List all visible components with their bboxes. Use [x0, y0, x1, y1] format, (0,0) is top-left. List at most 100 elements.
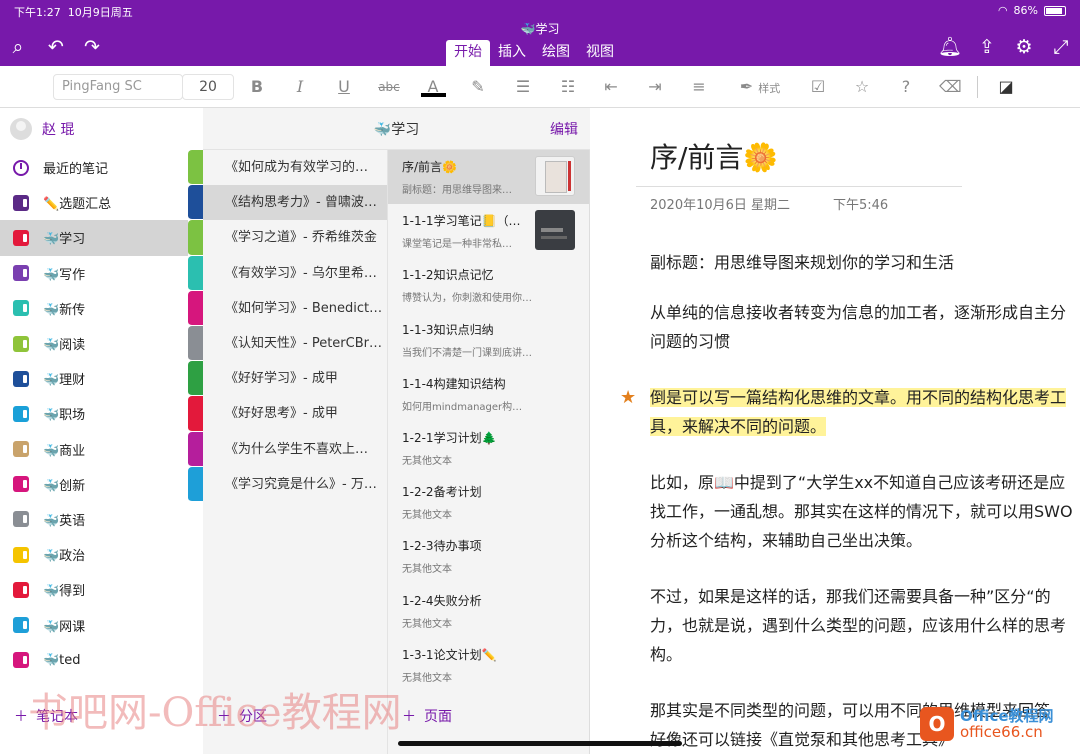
tab-home[interactable]: 开始	[446, 40, 490, 66]
styles-button[interactable]: ✒ 样式	[730, 76, 790, 98]
sidebar-item-notebook[interactable]: 🐳英语	[0, 502, 188, 537]
paragraph-line[interactable]: 比如，原📖中提到了“大学生xx不知道自己应该考研还是应	[650, 468, 1080, 497]
paragraph-line[interactable]: 力，也就是说，遇到什么类型的问题，应该用什么样的思考	[650, 611, 1080, 640]
section-color-tab[interactable]	[188, 396, 203, 432]
tab-draw[interactable]: 绘图	[534, 40, 578, 66]
sidebar-item-notebook[interactable]: 🐳得到	[0, 572, 188, 607]
page-title[interactable]: 序/前言🌼	[650, 136, 778, 176]
section-color-tab[interactable]	[188, 185, 203, 221]
add-page-button[interactable]: ＋ 页面	[402, 706, 452, 726]
outdent-icon[interactable]: ⇤	[600, 76, 622, 98]
page-item[interactable]: 1-2-1学习计划🌲 无其他文本	[388, 421, 589, 475]
page-date: 2020年10月6日 星期二	[650, 198, 791, 213]
ribbon-divider	[977, 76, 978, 98]
page-item[interactable]: 序/前言🌼 副标题：用思维导图来…	[388, 150, 589, 205]
align-icon[interactable]: ≡	[688, 76, 710, 98]
add-page-label: 页面	[424, 709, 452, 725]
section-item[interactable]: 《如何学习》- Benedict…	[203, 291, 387, 326]
highlighted-line[interactable]: 倒是可以写一篇结构化思维的文章。用不同的结构化思考工	[650, 383, 1080, 412]
indent-icon[interactable]: ⇥	[644, 76, 666, 98]
section-item[interactable]: 《认知天性》- PeterCBr…	[203, 326, 387, 361]
section-item[interactable]: 《好好思考》- 成甲	[203, 396, 387, 431]
paragraph-subtitle[interactable]: 副标题：用思维导图来规划你的学习和生活	[650, 248, 1080, 277]
redo-icon[interactable]: ↷	[80, 36, 104, 58]
page-item[interactable]: 1-1-2知识点记忆博赞认为，你刺激和使用你的想…	[388, 258, 589, 312]
section-color-tab[interactable]	[188, 220, 203, 256]
tab-insert[interactable]: 插入	[490, 40, 534, 66]
section-color-tab[interactable]	[188, 466, 203, 502]
section-item[interactable]: 《学习之道》- 乔希维茨金	[203, 220, 387, 255]
user-account[interactable]: 赵 琨	[0, 108, 188, 150]
star-tag-icon[interactable]: ★	[620, 387, 636, 408]
page-item[interactable]: 1-1-1学习笔记📒（… 课堂笔记是一种非常私…	[388, 204, 589, 258]
section-color-tab[interactable]	[188, 255, 203, 291]
page-layout-icon[interactable]: ◪	[995, 76, 1017, 98]
paragraph-line[interactable]: 不过，如果是这样的话，那我们还需要具备一种”区分“的	[650, 582, 1080, 611]
sidebar-item-notebook[interactable]: 🐳ted	[0, 643, 188, 678]
sidebar-item-notebook[interactable]: 🐳网课	[0, 607, 188, 642]
page-item[interactable]: 1-2-3待办事项 无其他文本	[388, 529, 589, 583]
sidebar-item-notebook[interactable]: 🐳写作	[0, 256, 188, 291]
clear-format-icon[interactable]: ⌫	[939, 76, 962, 98]
section-item[interactable]: 《如何成为有效学习的…	[203, 150, 387, 185]
sidebar-item-notebook[interactable]: 🐳阅读	[0, 326, 188, 361]
undo-icon[interactable]: ↶	[44, 36, 68, 58]
section-color-tab[interactable]	[188, 290, 203, 326]
section-item[interactable]: 《学习究竟是什么》- 万…	[203, 467, 387, 502]
sidebar-item-notebook[interactable]: 🐳商业	[0, 432, 188, 467]
page-canvas[interactable]: 序/前言🌼 2020年10月6日 星期二 下午5:46 副标题：用思维导图来规划…	[590, 108, 1080, 754]
gear-icon[interactable]: ⚙	[1012, 36, 1036, 58]
bullet-list-icon[interactable]: ☰	[512, 76, 534, 98]
section-color-tab[interactable]	[188, 150, 203, 186]
onenote-app: 下午1:27 10月9日周五 ◠ 86% 🐳学习 ⌕ ↶ ↷ 开始 插入 绘图 …	[0, 0, 1080, 754]
page-item[interactable]: 1-1-3知识点归纳当我们不清楚一门课到底讲了什…	[388, 313, 589, 367]
sidebar-item-notebook[interactable]: 🐳职场	[0, 396, 188, 431]
section-item[interactable]: 《有效学习》- 乌尔里希…	[203, 256, 387, 291]
sidebar-item-notebook[interactable]: 🐳创新	[0, 467, 188, 502]
sidebar-item-notebook[interactable]: 🐳政治	[0, 537, 188, 572]
tab-view[interactable]: 视图	[578, 40, 622, 66]
italic-button[interactable]: I	[292, 76, 308, 98]
highlighted-line[interactable]: 具，来解决不同的问题。	[650, 412, 1080, 441]
font-color-swatch	[421, 93, 446, 97]
section-color-tab[interactable]	[188, 431, 203, 467]
page-item[interactable]: 1-3-1论文计划✏️ 无其他文本	[388, 638, 589, 692]
paragraph-line[interactable]: 问题的习惯	[650, 327, 1080, 356]
notebook-icon	[13, 441, 29, 458]
sidebar-item-notebook[interactable]: 最近的笔记	[0, 150, 188, 185]
section-item[interactable]: 《好好学习》- 成甲	[203, 361, 387, 396]
paragraph-line[interactable]: 找工作，一通乱想。那其实在这样的情况下，就可以用SWO	[650, 497, 1080, 526]
checkbox-icon[interactable]: ☑	[807, 76, 829, 98]
sidebar-item-notebook[interactable]: ✏️选题汇总	[0, 185, 188, 220]
numbered-list-icon[interactable]: ☷	[557, 76, 579, 98]
paragraph-line[interactable]: 构。	[650, 640, 1080, 669]
bell-icon[interactable]: 🔔︎	[938, 36, 962, 58]
share-icon[interactable]: ⇪	[975, 36, 999, 58]
expand-icon[interactable]: ⤢	[1049, 36, 1073, 58]
section-color-tab[interactable]	[188, 325, 203, 362]
star-icon[interactable]: ☆	[851, 76, 873, 98]
page-item[interactable]: 1-2-4失败分析 无其他文本	[388, 584, 589, 638]
sidebar-item-notebook[interactable]: 🐳新传	[0, 291, 188, 326]
paragraph-line[interactable]: 从单纯的信息接收者转变为信息的加工者，逐渐形成自主分	[650, 298, 1080, 327]
help-icon[interactable]: ?	[895, 76, 917, 98]
search-icon[interactable]: ⌕	[6, 36, 30, 58]
section-item[interactable]: 《结构思考力》- 曾啸波…	[203, 185, 387, 221]
sidebar-item-notebook[interactable]: 🐳理财	[0, 361, 188, 396]
home-indicator[interactable]	[398, 741, 682, 746]
strikethrough-button[interactable]: abc	[376, 76, 402, 98]
font-family-input[interactable]: PingFang SC	[53, 74, 183, 100]
page-item[interactable]: 1-2-2备考计划 无其他文本	[388, 475, 589, 529]
highlighter-icon[interactable]: ✎	[468, 76, 488, 98]
paragraph-line[interactable]: 分析这个结构，来辅助自己坐出决策。	[650, 526, 1080, 555]
section-color-tab[interactable]	[188, 361, 203, 397]
edit-button[interactable]: 编辑	[550, 119, 578, 139]
section-item[interactable]: 《为什么学生不喜欢上…	[203, 432, 387, 467]
bold-button[interactable]: B	[248, 76, 266, 98]
font-size-input[interactable]: 20	[182, 74, 234, 100]
page-item-title: 1-3-1论文计划✏️	[402, 647, 497, 662]
sidebar-item-notebook[interactable]: 🐳学习	[0, 220, 188, 256]
underline-button[interactable]: U	[336, 76, 352, 98]
clock-icon	[13, 159, 29, 176]
page-item[interactable]: 1-1-4构建知识结构如何用mindmanager构建自己的…	[388, 367, 589, 421]
